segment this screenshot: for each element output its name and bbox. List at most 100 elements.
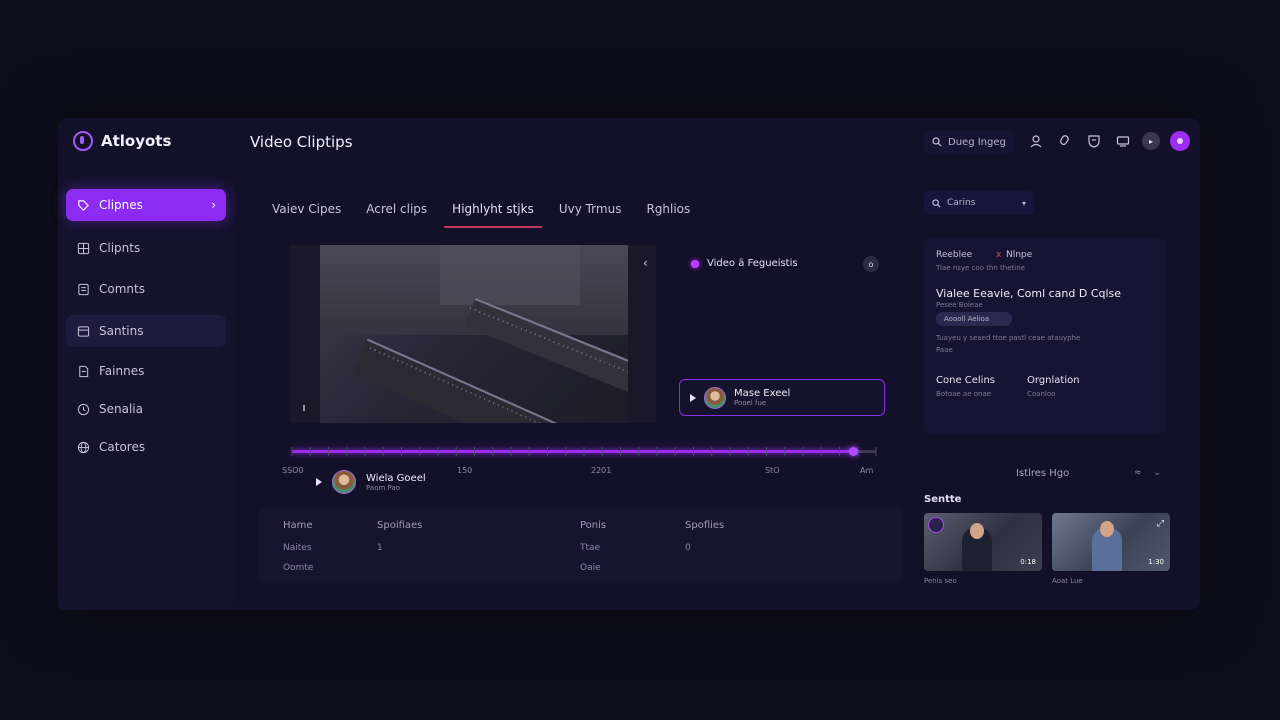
timeline-person-sub: Paom Pao [366, 483, 401, 492]
status-avatar[interactable] [1170, 131, 1190, 151]
tag-left: Reeblee [936, 250, 973, 260]
thumbnail-head [970, 523, 984, 539]
video-scene-window [440, 245, 580, 305]
timeline-handle[interactable] [848, 447, 858, 456]
clock-icon [76, 402, 90, 416]
video-features-label: Video ä Fegueistis [707, 258, 798, 269]
table-cell: Ttae [580, 543, 601, 553]
timeline-label: 150 [457, 466, 473, 475]
tab-acrel-clips[interactable]: Acrel clips [366, 202, 427, 228]
timeline-person-text: Wiela Goeel Paom Pao [366, 473, 426, 492]
video-player[interactable] [290, 245, 656, 423]
col1-sub: Botoae ae onae [936, 390, 992, 398]
video-features-panel: Video ä Fegueistis o Mase Exeel Pooel fu… [677, 247, 887, 419]
avatar [928, 517, 944, 533]
timeline-person-name: Wiela Goeel [366, 472, 426, 484]
brand-name: Atloyots [101, 132, 172, 150]
clip-details-title: Vialee Eeavie, Coml cand D Cqlse [936, 287, 1122, 300]
table-header: Spoflies [685, 520, 725, 531]
right-search-select[interactable]: Carins ▾ [924, 191, 1034, 215]
page-title: Video Cliptips [250, 133, 353, 151]
search-icon [932, 137, 942, 147]
video-features-title: Video ä Fegueistis [691, 258, 798, 269]
sidebar-item-senalia[interactable]: Senalia [66, 393, 226, 425]
sidebar-item-label: Senalia [99, 402, 143, 416]
play-icon[interactable] [316, 478, 322, 486]
top-search-label: Dueg Ingeg [948, 136, 1006, 148]
clip-details-subtitle: Pesee Boieae [936, 301, 983, 309]
tag-sub: Tiae nsye coo thn thetine [936, 264, 1025, 272]
sidebar: Clipnes › Clipnts Comnts Santins Fainnes… [58, 180, 234, 610]
sidebar-item-santins[interactable]: Santins [66, 315, 226, 347]
table-cell: 0 [685, 543, 691, 553]
close-icon[interactable]: x [996, 250, 1001, 260]
video-frame [320, 245, 628, 423]
grid-icon [76, 241, 90, 255]
sidebar-item-label: Santins [99, 324, 144, 338]
sidebar-item-clipnes[interactable]: Clipnes › [66, 189, 226, 221]
timeline-clip-owner[interactable]: Wiela Goeel Paom Pao [316, 470, 426, 494]
sidebar-item-catores[interactable]: Catores [66, 431, 226, 463]
avatar [704, 386, 726, 409]
play-mini-icon: ▸ [1148, 136, 1153, 146]
tag-right: Nlnpe [1006, 250, 1033, 260]
selected-clip-card[interactable]: Mase Exeel Pooel fue [679, 379, 885, 416]
brand[interactable]: Atloyots [73, 131, 171, 151]
clip-details-desc: Tuayeu y seaed ttoe pastl ceae atauyphe [936, 334, 1081, 342]
details-table: Hame Spoifiaes Ponis Spoflies Naites 1 T… [259, 507, 903, 583]
tab-uvy-trmus[interactable]: Uvy Trmus [559, 202, 622, 228]
clip-details-card: Reeblee x Nlnpe Tiae nsye coo thn thetin… [924, 238, 1166, 434]
sidebar-item-label: Fainnes [99, 364, 145, 378]
duration-label: 0:18 [1020, 558, 1036, 566]
top-search[interactable]: Dueg Ingeg [924, 130, 1014, 154]
table-cell: Oomte [283, 563, 314, 573]
profile-avatar[interactable]: ▸ [1142, 132, 1160, 150]
chevron-right-icon: › [211, 198, 216, 212]
status-badge[interactable]: Aoooll Aelioa [936, 312, 1012, 326]
link-icon[interactable] [1055, 132, 1074, 151]
globe-icon [76, 440, 90, 454]
thumbnail-caption: Aoat Lue [1052, 577, 1083, 585]
tab-vaiev-cipes[interactable]: Vaiev Cipes [272, 202, 341, 228]
expand-icon[interactable]: ⤢ [1157, 519, 1164, 529]
sidebar-item-fainnes[interactable]: Fainnes [66, 355, 226, 387]
tab-rghlios[interactable]: Rghlios [646, 202, 690, 228]
video-thumbnail[interactable]: 0:18 [924, 513, 1042, 571]
table-header: Hame [283, 520, 313, 531]
tab-bar: Vaiev Cipes Acrel clips Highlyht stjks U… [272, 202, 715, 228]
col1-title: Cone Celins [936, 375, 996, 386]
shield-icon[interactable] [1084, 132, 1103, 151]
video-thumbnail[interactable]: ⤢ 1:30 [1052, 513, 1170, 571]
search-icon [932, 198, 941, 207]
sidebar-item-comnts[interactable]: Comnts [66, 273, 226, 305]
document-icon [76, 282, 90, 296]
layout-icon [76, 324, 90, 338]
filter-label[interactable]: Istlres Hgo [1016, 468, 1069, 479]
duration-label: 1:30 [1148, 558, 1164, 566]
video-cursor [303, 405, 305, 411]
sidebar-item-label: Comnts [99, 282, 145, 296]
timeline-label: 2201 [591, 466, 612, 475]
play-icon[interactable] [690, 393, 696, 402]
tab-highlights[interactable]: Highlyht stjks [444, 202, 542, 228]
sidebar-item-label: Clipnes [99, 198, 143, 212]
chevron-down-icon: ▾ [1021, 198, 1026, 208]
timeline-ticks [291, 447, 877, 456]
sort-icon[interactable]: ≈ [1134, 468, 1142, 478]
tag-icon [76, 198, 90, 212]
timeline-label: SSO0 [282, 466, 304, 475]
sidebar-item-label: Catores [99, 440, 146, 454]
timeline-scrubber[interactable] [290, 445, 878, 459]
clip-person-sub: Pooel fue [734, 399, 767, 407]
live-dot-icon [691, 259, 699, 268]
chevron-down-icon[interactable]: ⌄ [1154, 468, 1162, 478]
filter-icons: ≈ ⌄ [1134, 468, 1161, 478]
user-icon[interactable] [1026, 132, 1045, 151]
thumbnail-caption: Penis seo [924, 577, 957, 585]
count-badge[interactable]: o [863, 256, 879, 272]
sidebar-item-clipnts[interactable]: Clipnts [66, 232, 226, 264]
clip-person-name: Mase Exeel [734, 388, 791, 399]
chevron-left-icon[interactable]: ‹ [643, 256, 648, 270]
col2-sub: Coanloo [1027, 390, 1056, 398]
monitor-icon[interactable] [1113, 132, 1132, 151]
